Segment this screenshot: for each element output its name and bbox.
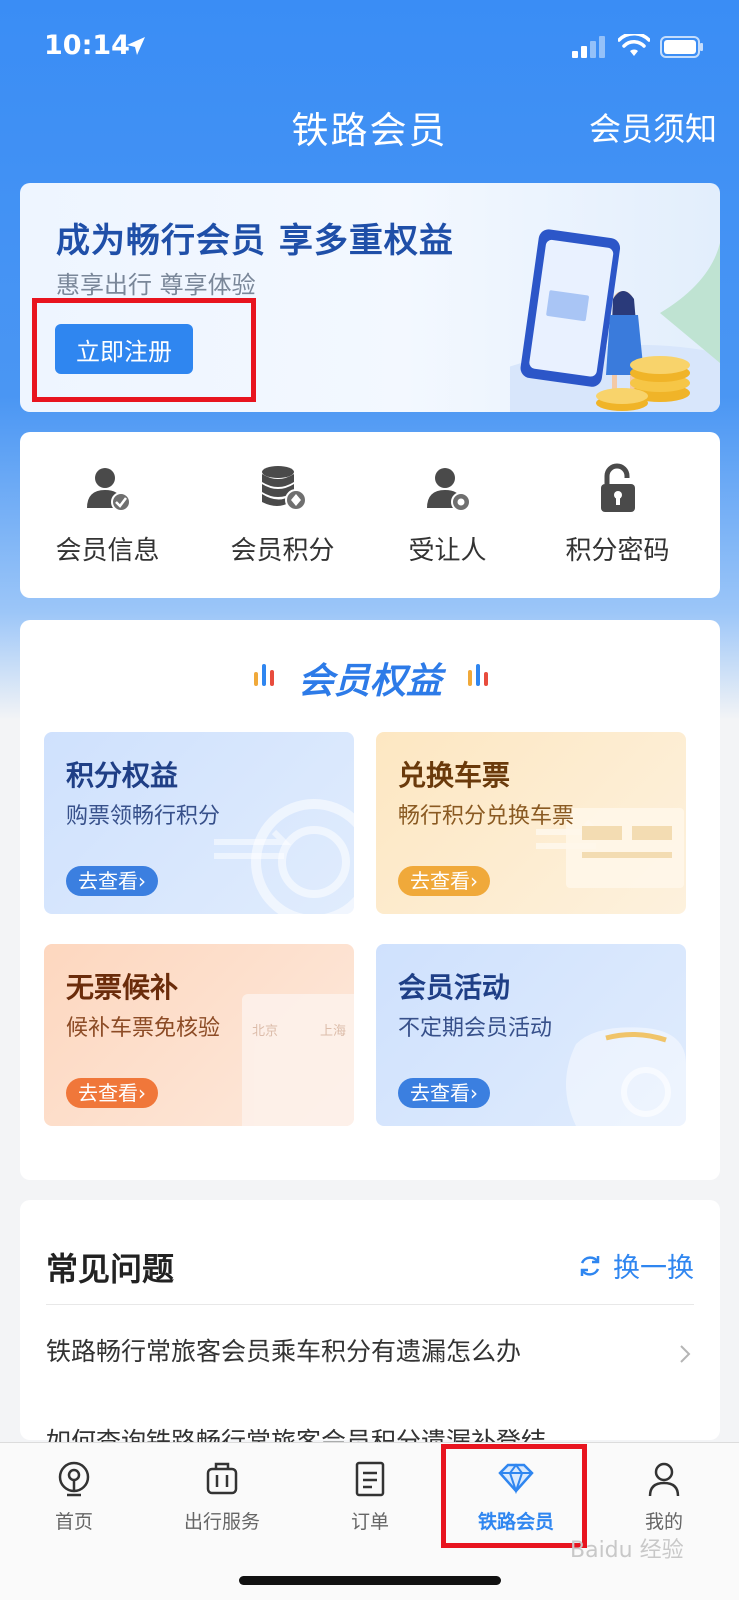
home-train-icon [58, 1461, 90, 1497]
member-benefits-section: 会员权益 积分权益 购票领畅行积分 去查看› 兑换车票 畅行积分兑换车票 去查看… [20, 620, 720, 1180]
tile-subtitle: 畅行积分兑换车票 [398, 804, 575, 829]
tab-mine[interactable]: 我的 [590, 1459, 738, 1534]
watermark: Baidu 经验 [570, 1538, 684, 1563]
tile-exchange-tickets[interactable]: 兑换车票 畅行积分兑换车票 去查看› [376, 732, 686, 914]
location-arrow-icon [127, 37, 145, 55]
quick-label: 会员积分 [230, 536, 335, 566]
lock-icon [600, 463, 635, 512]
tab-label: 出行服务 [183, 1511, 260, 1533]
benefits-title: 会员权益 [297, 661, 442, 702]
tile-title: 积分权益 [66, 759, 179, 792]
status-time: 10:14 [44, 30, 130, 61]
tab-travel-services[interactable]: 出行服务 [148, 1459, 296, 1534]
cellular-signal-icon [572, 36, 605, 58]
quick-item-assignee[interactable]: 受让人 [370, 462, 525, 567]
tab-label: 订单 [350, 1511, 389, 1533]
person-icon [648, 1462, 680, 1497]
waitlist-ticket-deco: 北京 上海 [242, 994, 354, 1126]
quick-item-points-password[interactable]: 积分密码 [530, 462, 705, 567]
deco-from-station: 北京 [252, 1024, 279, 1039]
tile-waitlist[interactable]: 北京 上海 无票候补 候补车票免核验 去查看› [44, 944, 354, 1126]
view-button[interactable]: 去查看› [398, 866, 490, 896]
tab-home[interactable]: 首页 [0, 1459, 148, 1534]
points-coins-icon [261, 466, 307, 511]
decor-bars-icon [468, 664, 488, 686]
banner-illustration [510, 229, 720, 412]
tab-highlight-box [441, 1444, 587, 1548]
faq-divider [46, 1304, 694, 1305]
tile-title: 无票候补 [66, 971, 179, 1004]
order-doc-icon [355, 1461, 385, 1497]
home-indicator [239, 1576, 501, 1585]
wifi-icon [618, 34, 650, 56]
faq-question: 铁路畅行常旅客会员乘车积分有遗漏怎么办 [46, 1337, 522, 1366]
refresh-label: 换一换 [613, 1253, 694, 1284]
tile-points-benefits[interactable]: 积分权益 购票领畅行积分 去查看› [44, 732, 354, 914]
tile-subtitle: 不定期会员活动 [398, 1016, 553, 1041]
view-button[interactable]: 去查看› [398, 1078, 490, 1108]
railway-logo-deco [214, 799, 354, 914]
member-notice-link[interactable]: 会员须知 [589, 104, 717, 150]
tile-title: 兑换车票 [398, 759, 511, 792]
tab-label: 首页 [54, 1511, 93, 1533]
status-bar: 10:14 [0, 0, 739, 94]
quick-actions: 会员信息 会员积分 受让人 积分密码 [20, 432, 720, 598]
tab-orders[interactable]: 订单 [296, 1459, 444, 1534]
quick-label: 积分密码 [565, 536, 670, 566]
quick-label: 会员信息 [55, 536, 160, 566]
tile-title: 会员活动 [398, 971, 511, 1004]
quick-item-member-points[interactable]: 会员积分 [195, 462, 370, 567]
banner-subtitle: 惠享出行 尊享体验 [56, 271, 256, 299]
refresh-button[interactable]: 换一换 [577, 1246, 694, 1285]
money-bag-deco [566, 1027, 686, 1126]
quick-item-member-info[interactable]: 会员信息 [20, 462, 195, 567]
refresh-icon [580, 1255, 600, 1276]
quick-label: 受让人 [408, 536, 487, 566]
faq-section: 常见问题 换一换 铁路畅行常旅客会员乘车积分有遗漏怎么办 如何查询铁路畅行常旅客… [20, 1200, 720, 1456]
member-info-icon [86, 468, 131, 512]
register-highlight-box [32, 298, 256, 402]
assignee-icon [426, 468, 471, 512]
tile-subtitle: 购票领畅行积分 [66, 804, 221, 829]
chevron-right-icon [680, 1345, 691, 1363]
view-button[interactable]: 去查看› [66, 1078, 158, 1108]
tile-member-activities[interactable]: 会员活动 不定期会员活动 去查看› [376, 944, 686, 1126]
luggage-icon [206, 1462, 238, 1495]
deco-to-station: 上海 [320, 1024, 347, 1039]
faq-title: 常见问题 [46, 1250, 175, 1288]
tab-label: 我的 [644, 1511, 683, 1533]
battery-icon [660, 36, 703, 58]
faq-item[interactable]: 铁路畅行常旅客会员乘车积分有遗漏怎么办 [46, 1332, 694, 1376]
tile-subtitle: 候补车票免核验 [66, 1016, 221, 1041]
ticket-deco [536, 808, 684, 888]
view-button[interactable]: 去查看› [66, 866, 158, 896]
banner-title: 成为畅行会员 享多重权益 [56, 221, 454, 261]
